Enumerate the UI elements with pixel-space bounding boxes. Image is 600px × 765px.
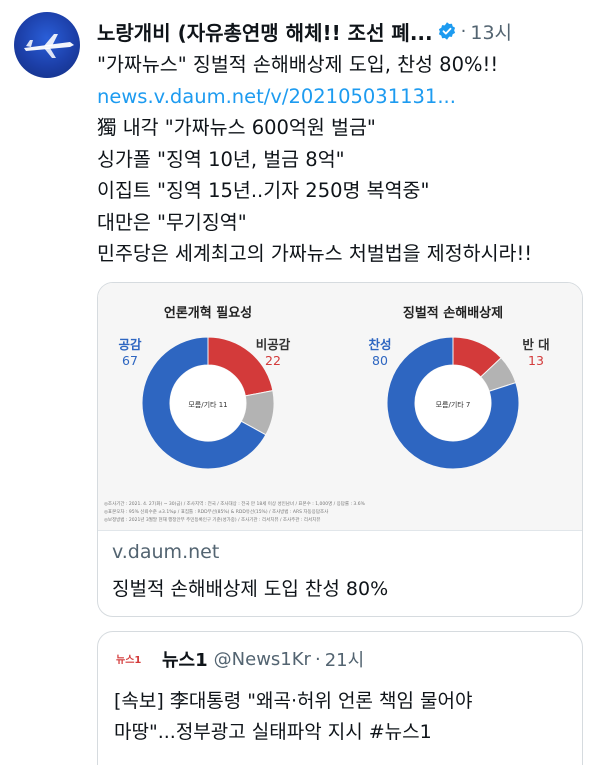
card-title[interactable]: 징벌적 손해배상제 도입 찬성 80% [112, 574, 388, 601]
tweet-line: 이집트 "징역 15년..기자 250명 복역중" [97, 179, 430, 202]
quoted-line: [속보] 李대통령 "왜곡·허위 언론 책임 물어야 [114, 690, 473, 712]
svg-text:뉴스1: 뉴스1 [116, 654, 141, 666]
separator-dot: · [460, 20, 467, 42]
legend-label: 찬성 [368, 337, 391, 352]
card-chart-image: 언론개혁 필요성 징벌적 손해배상제 공감 67 비공감 22 찬성 80 반 … [98, 283, 582, 530]
chart-title: 언론개혁 필요성 [164, 305, 252, 321]
tweet-line: 대만은 "무기징역" [97, 210, 247, 234]
chart-title: 징벌적 손해배상제 [403, 305, 503, 321]
tweet-line: 민주당은 세계최고의 가짜뉴스 처벌법을 제정하시라!! [97, 242, 533, 265]
quoted-line: 마땅"...정부광고 실태파악 지시 #뉴스1 [114, 721, 432, 743]
legend-label: 반 대 [522, 337, 549, 352]
card-footnote: ◎표본오차 : 95% 신뢰수준 ±3.1%p / 표집틀 : RDD무선(85… [104, 508, 329, 515]
tweet-header: 노랑개비 (자유총연맹 해체!! 조선 폐... · 13시 [97, 14, 590, 48]
avatar[interactable] [14, 12, 80, 78]
quoted-time[interactable]: 21시 [325, 646, 364, 672]
separator-dot: · [314, 648, 321, 670]
card-footnote: ◎조사기간 : 2021. 4. 27(화) ~ 30(금) / 조사지역 : … [104, 500, 366, 507]
legend-label: 공감 [118, 337, 142, 352]
tweet-line: 싱가폴 "징역 10년, 벌금 8억" [97, 147, 345, 171]
quoted-display-name[interactable]: 뉴스1 [162, 646, 208, 672]
tweet: 노랑개비 (자유총연맹 해체!! 조선 폐... · 13시 "가짜뉴스" 징벌… [0, 0, 600, 765]
tweet-line: "가짜뉴스" 징벌적 손해배상제 도입, 찬성 80%!! [97, 53, 499, 76]
quoted-handle[interactable]: @News1Kr [214, 649, 311, 670]
display-name[interactable]: 노랑개비 (자유총연맹 해체!! 조선 폐... [97, 17, 433, 46]
verified-badge-icon [438, 22, 455, 40]
quoted-tweet-header: 뉴스1 뉴스1 @News1Kr · 21시 [114, 646, 364, 672]
card-domain[interactable]: v.daum.net [112, 541, 219, 563]
data-label: 80 [372, 353, 388, 368]
tweet-link[interactable]: news.v.daum.net/v/202105031131... [97, 81, 584, 113]
data-label: 13 [528, 353, 544, 368]
tweet-text: "가짜뉴스" 징벌적 손해배상제 도입, 찬성 80%!! news.v.dau… [97, 49, 584, 270]
tweet-time[interactable]: 13시 [470, 18, 512, 45]
link-card[interactable]: 언론개혁 필요성 징벌적 손해배상제 공감 67 비공감 22 찬성 80 반 … [97, 282, 583, 617]
card-divider [98, 530, 582, 531]
data-label: 22 [265, 353, 281, 368]
data-label: 67 [122, 353, 138, 368]
center-label: 모름/기타 7 [436, 400, 471, 409]
tweet-line: 獨 내각 "가짜뉴스 600억원 벌금" [97, 116, 376, 139]
quoted-tweet[interactable]: 뉴스1 뉴스1 @News1Kr · 21시 [속보] 李대통령 "왜곡·허위 … [97, 631, 583, 765]
avatar-airplane-icon [24, 34, 74, 58]
legend-label: 비공감 [256, 337, 291, 352]
news1-logo-icon: 뉴스1 [114, 649, 152, 669]
quoted-tweet-text: [속보] 李대통령 "왜곡·허위 언론 책임 물어야 마땅"...정부광고 실태… [114, 686, 570, 748]
card-footnote: ◎보정방법 : 2021년 3월말 현재 행정안부 주민등록인구 기준(성가중)… [104, 516, 320, 523]
center-label: 모름/기타 11 [188, 400, 227, 409]
